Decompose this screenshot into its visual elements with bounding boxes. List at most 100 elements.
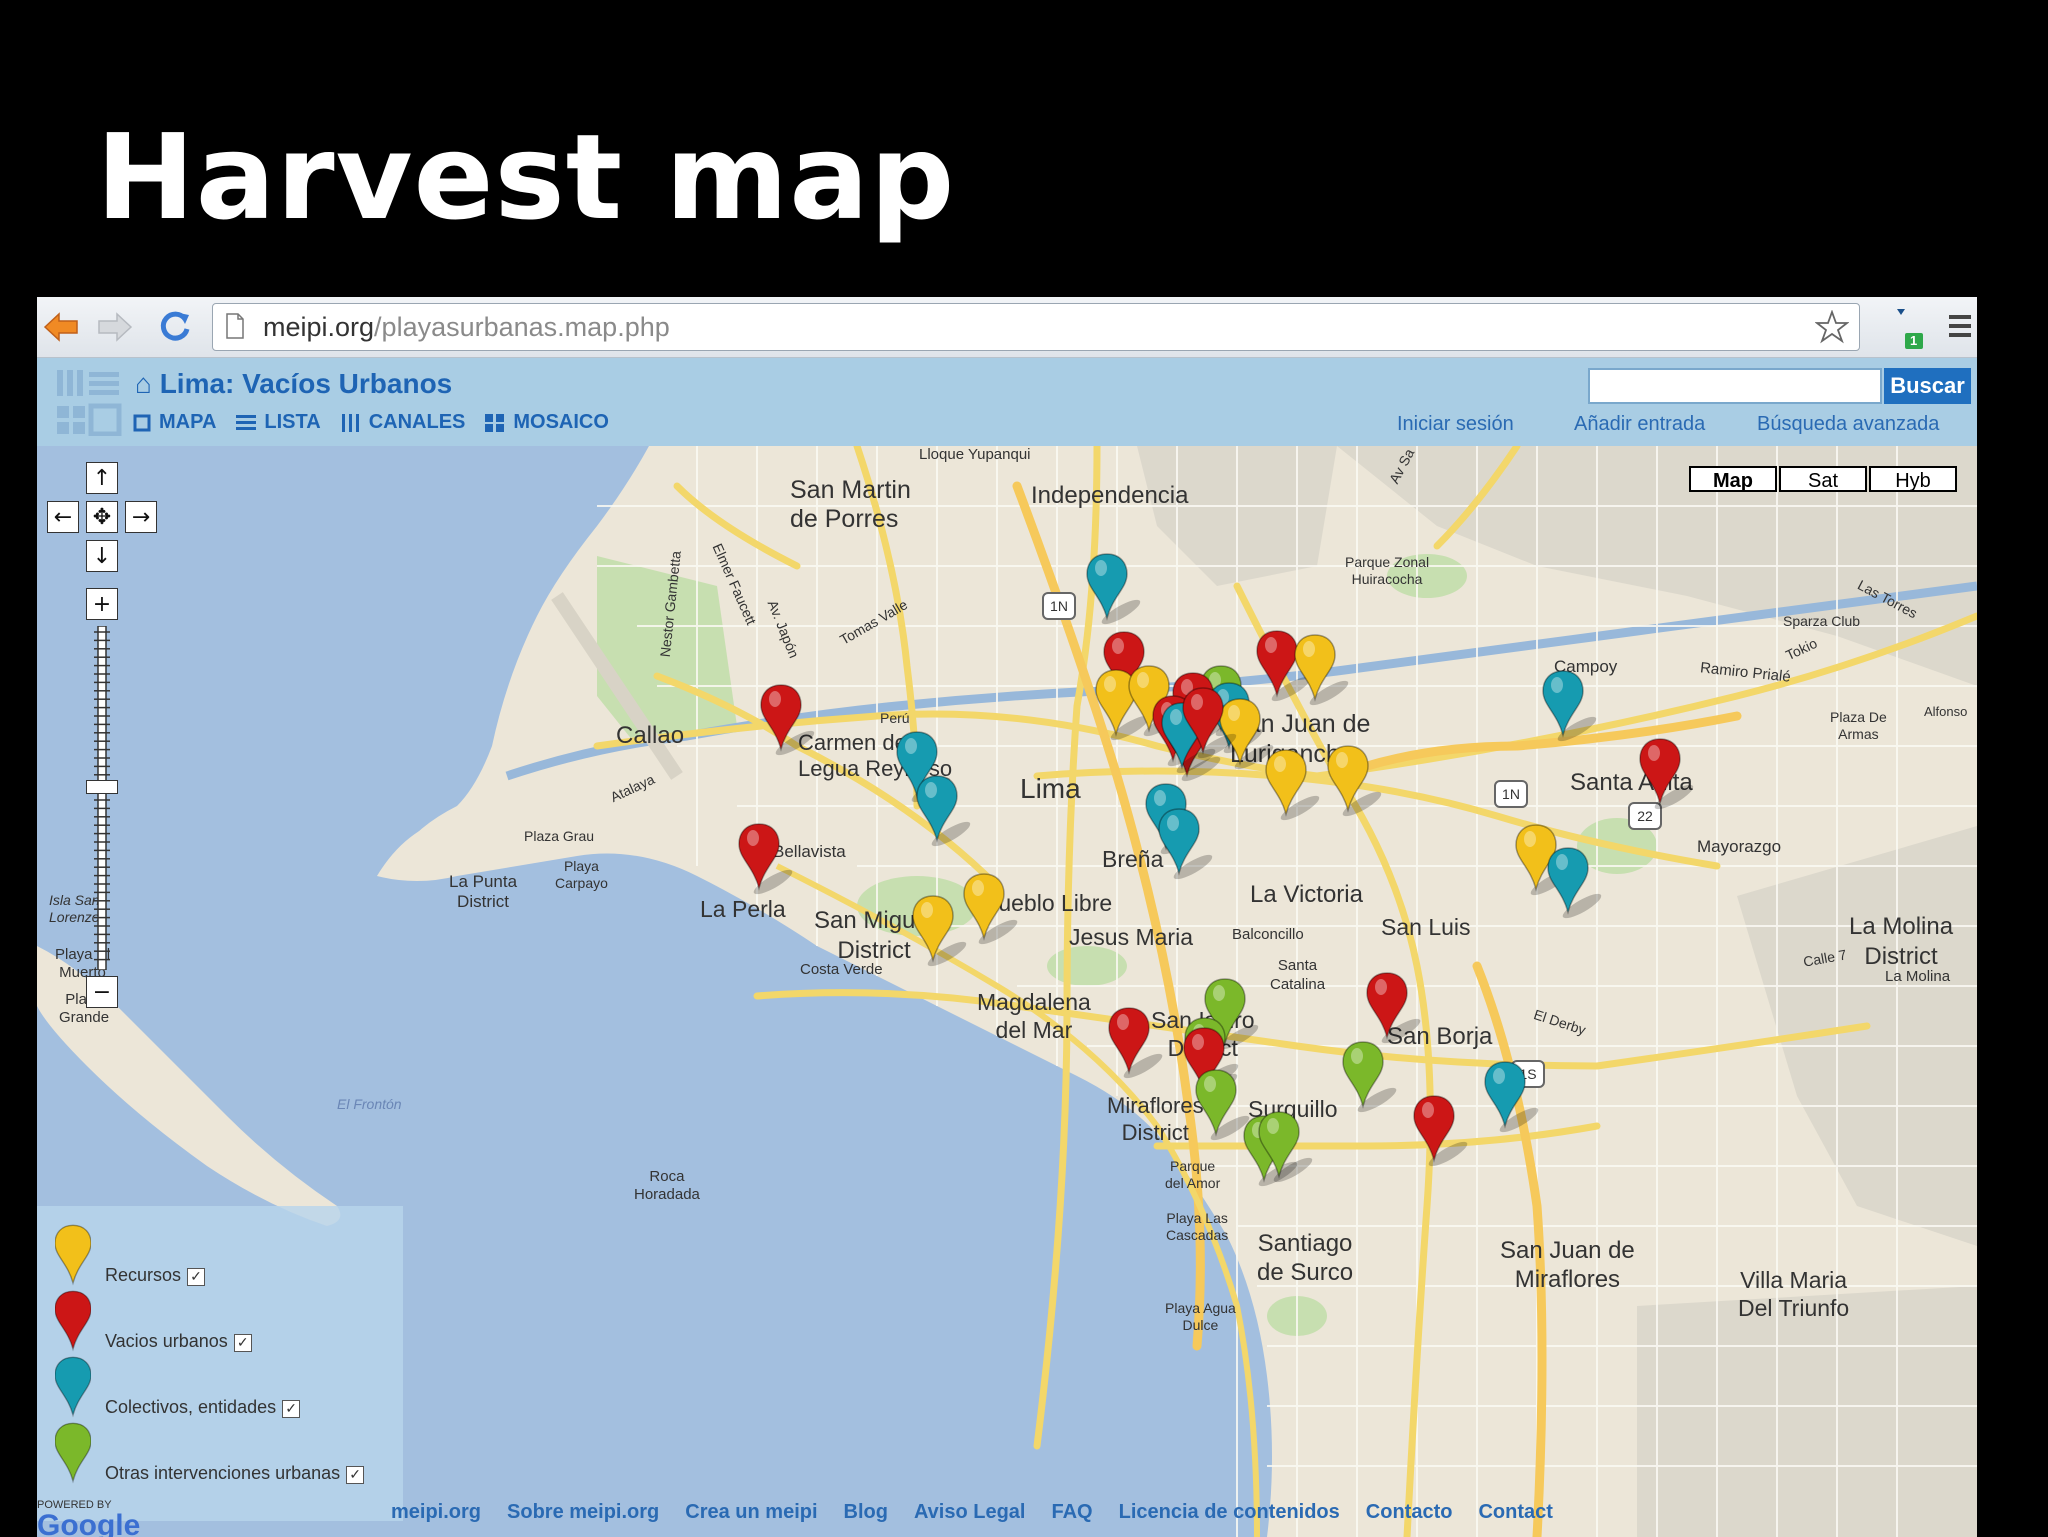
advanced-search-link[interactable]: Búsqueda avanzada [1757,413,1939,436]
pan-down-button[interactable]: ↓ [86,540,118,572]
pan-left-button[interactable]: ← [47,501,79,533]
zoom-slider-handle[interactable] [86,780,118,794]
forward-arrow-icon[interactable] [95,307,135,347]
teal-map-marker[interactable] [1547,847,1604,922]
address-bar[interactable]: meipi.org/playasurbanas.map.php [212,303,1860,351]
site-nav: MAPA LISTA CANALES MOSAICO [133,411,609,434]
add-entry-link[interactable]: Añadir entrada [1574,413,1705,436]
mosaic-view-icon [485,413,505,432]
legend-checkbox[interactable]: ✓ [187,1268,206,1286]
nav-mapa[interactable]: MAPA [133,411,216,434]
legend-label: Colectivos, entidades ✓ [105,1397,301,1418]
legend-item[interactable]: Otras intervenciones urbanas ✓ [55,1422,365,1484]
map-type-sat-button[interactable]: Sat [1779,466,1867,492]
zoom-in-button[interactable]: + [86,588,118,620]
map-view-icon [133,414,151,431]
teal-marker-icon [55,1356,91,1418]
list-view-icon [236,414,257,430]
yellow-map-marker[interactable] [1294,634,1351,709]
pan-up-button[interactable]: ↑ [86,462,118,494]
red-map-marker[interactable] [1366,972,1423,1047]
footer-link[interactable]: Crea un meipi [685,1501,817,1524]
extension-badge: 1 [1910,333,1918,348]
page-icon [226,313,244,339]
red-map-marker[interactable] [1108,1007,1165,1082]
red-map-marker[interactable] [738,823,795,898]
map-canvas[interactable]: San Martin de Porres Independencia Lloque… [37,446,1977,1537]
footer-link[interactable]: Blog [844,1501,888,1524]
footer-link[interactable]: Aviso Legal [914,1501,1026,1524]
teal-map-marker[interactable] [1484,1061,1541,1136]
legend-checkbox[interactable]: ✓ [233,1334,252,1352]
nav-mosaico-label: MOSAICO [513,411,609,433]
browser-window: meipi.org/playasurbanas.map.php 1 ⌂ Lima… [37,297,1977,1537]
yellow-map-marker[interactable] [963,873,1020,948]
browser-toolbar: meipi.org/playasurbanas.map.php 1 [37,297,1977,358]
red-map-marker[interactable] [760,684,817,759]
home-icon: ⌂ [135,368,152,399]
login-link[interactable]: Iniciar sesión [1397,413,1514,436]
url-text: meipi.org/playasurbanas.map.php [263,312,670,343]
teal-map-marker[interactable] [1086,553,1143,628]
nav-lista-label: LISTA [264,411,321,433]
site-title-text: Lima: Vacíos Urbanos [159,368,453,399]
red-marker-icon [55,1290,91,1352]
zoom-slider[interactable] [86,625,118,971]
google-logo: Google [37,1509,141,1537]
search-button[interactable]: Buscar [1884,368,1971,404]
teal-map-marker[interactable] [1542,670,1599,745]
legend-label: Otras intervenciones urbanas ✓ [105,1463,365,1484]
yellow-map-marker[interactable] [912,895,969,970]
menu-icon[interactable] [1947,311,1973,341]
bookmark-star-icon[interactable] [1815,310,1849,344]
map-type-map-button[interactable]: Map [1689,466,1777,492]
arrow-left-icon: ← [53,504,73,530]
green-map-marker[interactable] [1342,1041,1399,1116]
arrow-right-icon: → [131,504,151,530]
pan-right-button[interactable]: → [125,501,157,533]
legend-label: Vacios urbanos ✓ [105,1331,252,1352]
site-header: ⌂ Lima: Vacíos Urbanos MAPA LISTA CANALE… [37,358,1977,446]
zoom-out-button[interactable]: − [86,976,118,1008]
plus-icon: + [92,591,112,617]
extension-icon[interactable]: 1 [1885,305,1925,349]
legend-checkbox[interactable]: ✓ [282,1400,301,1418]
footer-link[interactable]: Sobre meipi.org [507,1501,659,1524]
footer-link[interactable]: FAQ [1051,1501,1092,1524]
move-icon: ✥ [92,504,112,530]
red-map-marker[interactable] [1413,1095,1470,1170]
map-footer: POWERED BY Google meipi.org Sobre meipi.o… [37,1495,1977,1537]
url-path: /playasurbanas.map.php [374,312,670,342]
footer-link[interactable]: Contact [1478,1501,1552,1524]
arrow-down-icon: ↓ [92,543,112,569]
map-type-hyb-button[interactable]: Hyb [1869,466,1957,492]
meipi-logo-icon [57,370,122,436]
footer-link[interactable]: Contacto [1366,1501,1453,1524]
slide-title: Harvest map [96,108,956,246]
nav-lista[interactable]: LISTA [236,411,321,434]
footer-links: meipi.org Sobre meipi.org Crea un meipi Blo… [391,1501,1553,1524]
green-marker-icon [55,1422,91,1484]
back-arrow-icon[interactable] [41,307,81,347]
arrow-up-icon: ↑ [92,465,112,491]
search-input[interactable] [1588,368,1882,404]
footer-link[interactable]: Licencia de contenidos [1119,1501,1340,1524]
yellow-marker-icon [55,1224,91,1286]
teal-map-marker[interactable] [1158,808,1215,883]
yellow-map-marker[interactable] [1265,749,1322,824]
map-legend: Recursos ✓ Vacios urbanos ✓ Colectivos, enti… [37,1206,403,1521]
legend-item[interactable]: Recursos ✓ [55,1224,206,1286]
teal-map-marker[interactable] [916,775,973,850]
site-title[interactable]: ⌂ Lima: Vacíos Urbanos [135,368,452,400]
legend-item[interactable]: Vacios urbanos ✓ [55,1290,252,1352]
reload-icon[interactable] [155,307,195,347]
nav-mosaico[interactable]: MOSAICO [485,411,609,434]
legend-item[interactable]: Colectivos, entidades ✓ [55,1356,301,1418]
legend-label: Recursos ✓ [105,1265,206,1286]
red-map-marker[interactable] [1639,738,1696,813]
yellow-map-marker[interactable] [1327,745,1384,820]
nav-canales[interactable]: CANALES [341,411,465,434]
footer-link[interactable]: meipi.org [391,1501,481,1524]
legend-checkbox[interactable]: ✓ [346,1466,365,1484]
pan-reset-button[interactable]: ✥ [86,501,118,533]
